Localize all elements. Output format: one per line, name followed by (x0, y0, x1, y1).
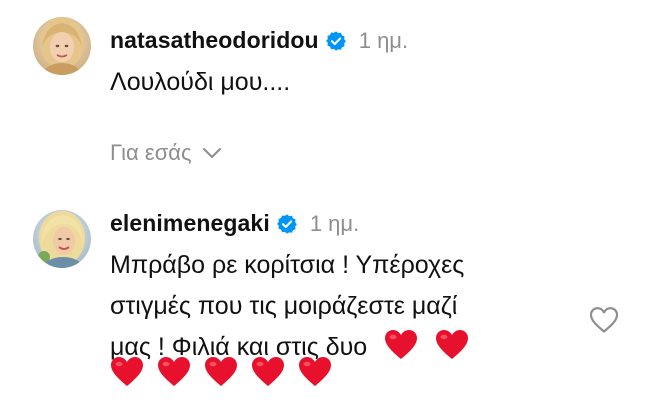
heart-emoji-row (110, 356, 332, 388)
comment-header: natasatheodoridou 1 ημ. (110, 27, 408, 54)
comment-text-line-2: στιγμές που τις μοιράζεστε μαζί (110, 292, 458, 320)
red-heart-emoji-icon (384, 329, 418, 361)
comment-natasatheodoridou: natasatheodoridou 1 ημ. Λουλούδι μου.... (0, 0, 650, 130)
for-you-filter-button[interactable]: Για εσάς (110, 140, 222, 166)
red-heart-emoji-icon (251, 356, 285, 388)
verified-badge-icon (325, 30, 347, 52)
avatar-image (33, 17, 91, 75)
avatar-image (33, 210, 91, 268)
comment-text: Λουλούδι μου.... (110, 68, 291, 96)
avatar[interactable] (33, 17, 91, 75)
username[interactable]: natasatheodoridou (110, 27, 319, 54)
red-heart-emoji-icon (157, 356, 191, 388)
comment-time: 1 ημ. (309, 210, 360, 236)
avatar[interactable] (33, 210, 91, 268)
red-heart-emoji-icon (110, 356, 144, 388)
red-heart-emoji-icon (435, 329, 469, 361)
comment-time: 1 ημ. (358, 27, 409, 53)
red-heart-emoji-icon (204, 356, 238, 388)
comment-header: elenimenegaki 1 ημ. (110, 210, 359, 237)
chevron-down-icon (202, 147, 222, 159)
for-you-label: Για εσάς (110, 140, 192, 165)
username[interactable]: elenimenegaki (110, 210, 270, 237)
like-heart-icon[interactable] (589, 306, 619, 334)
comment-text-line-1: Μπράβο ρε κορίτσια ! Υπέροχες (110, 251, 465, 279)
verified-badge-icon (276, 213, 298, 235)
red-heart-emoji-icon (298, 356, 332, 388)
